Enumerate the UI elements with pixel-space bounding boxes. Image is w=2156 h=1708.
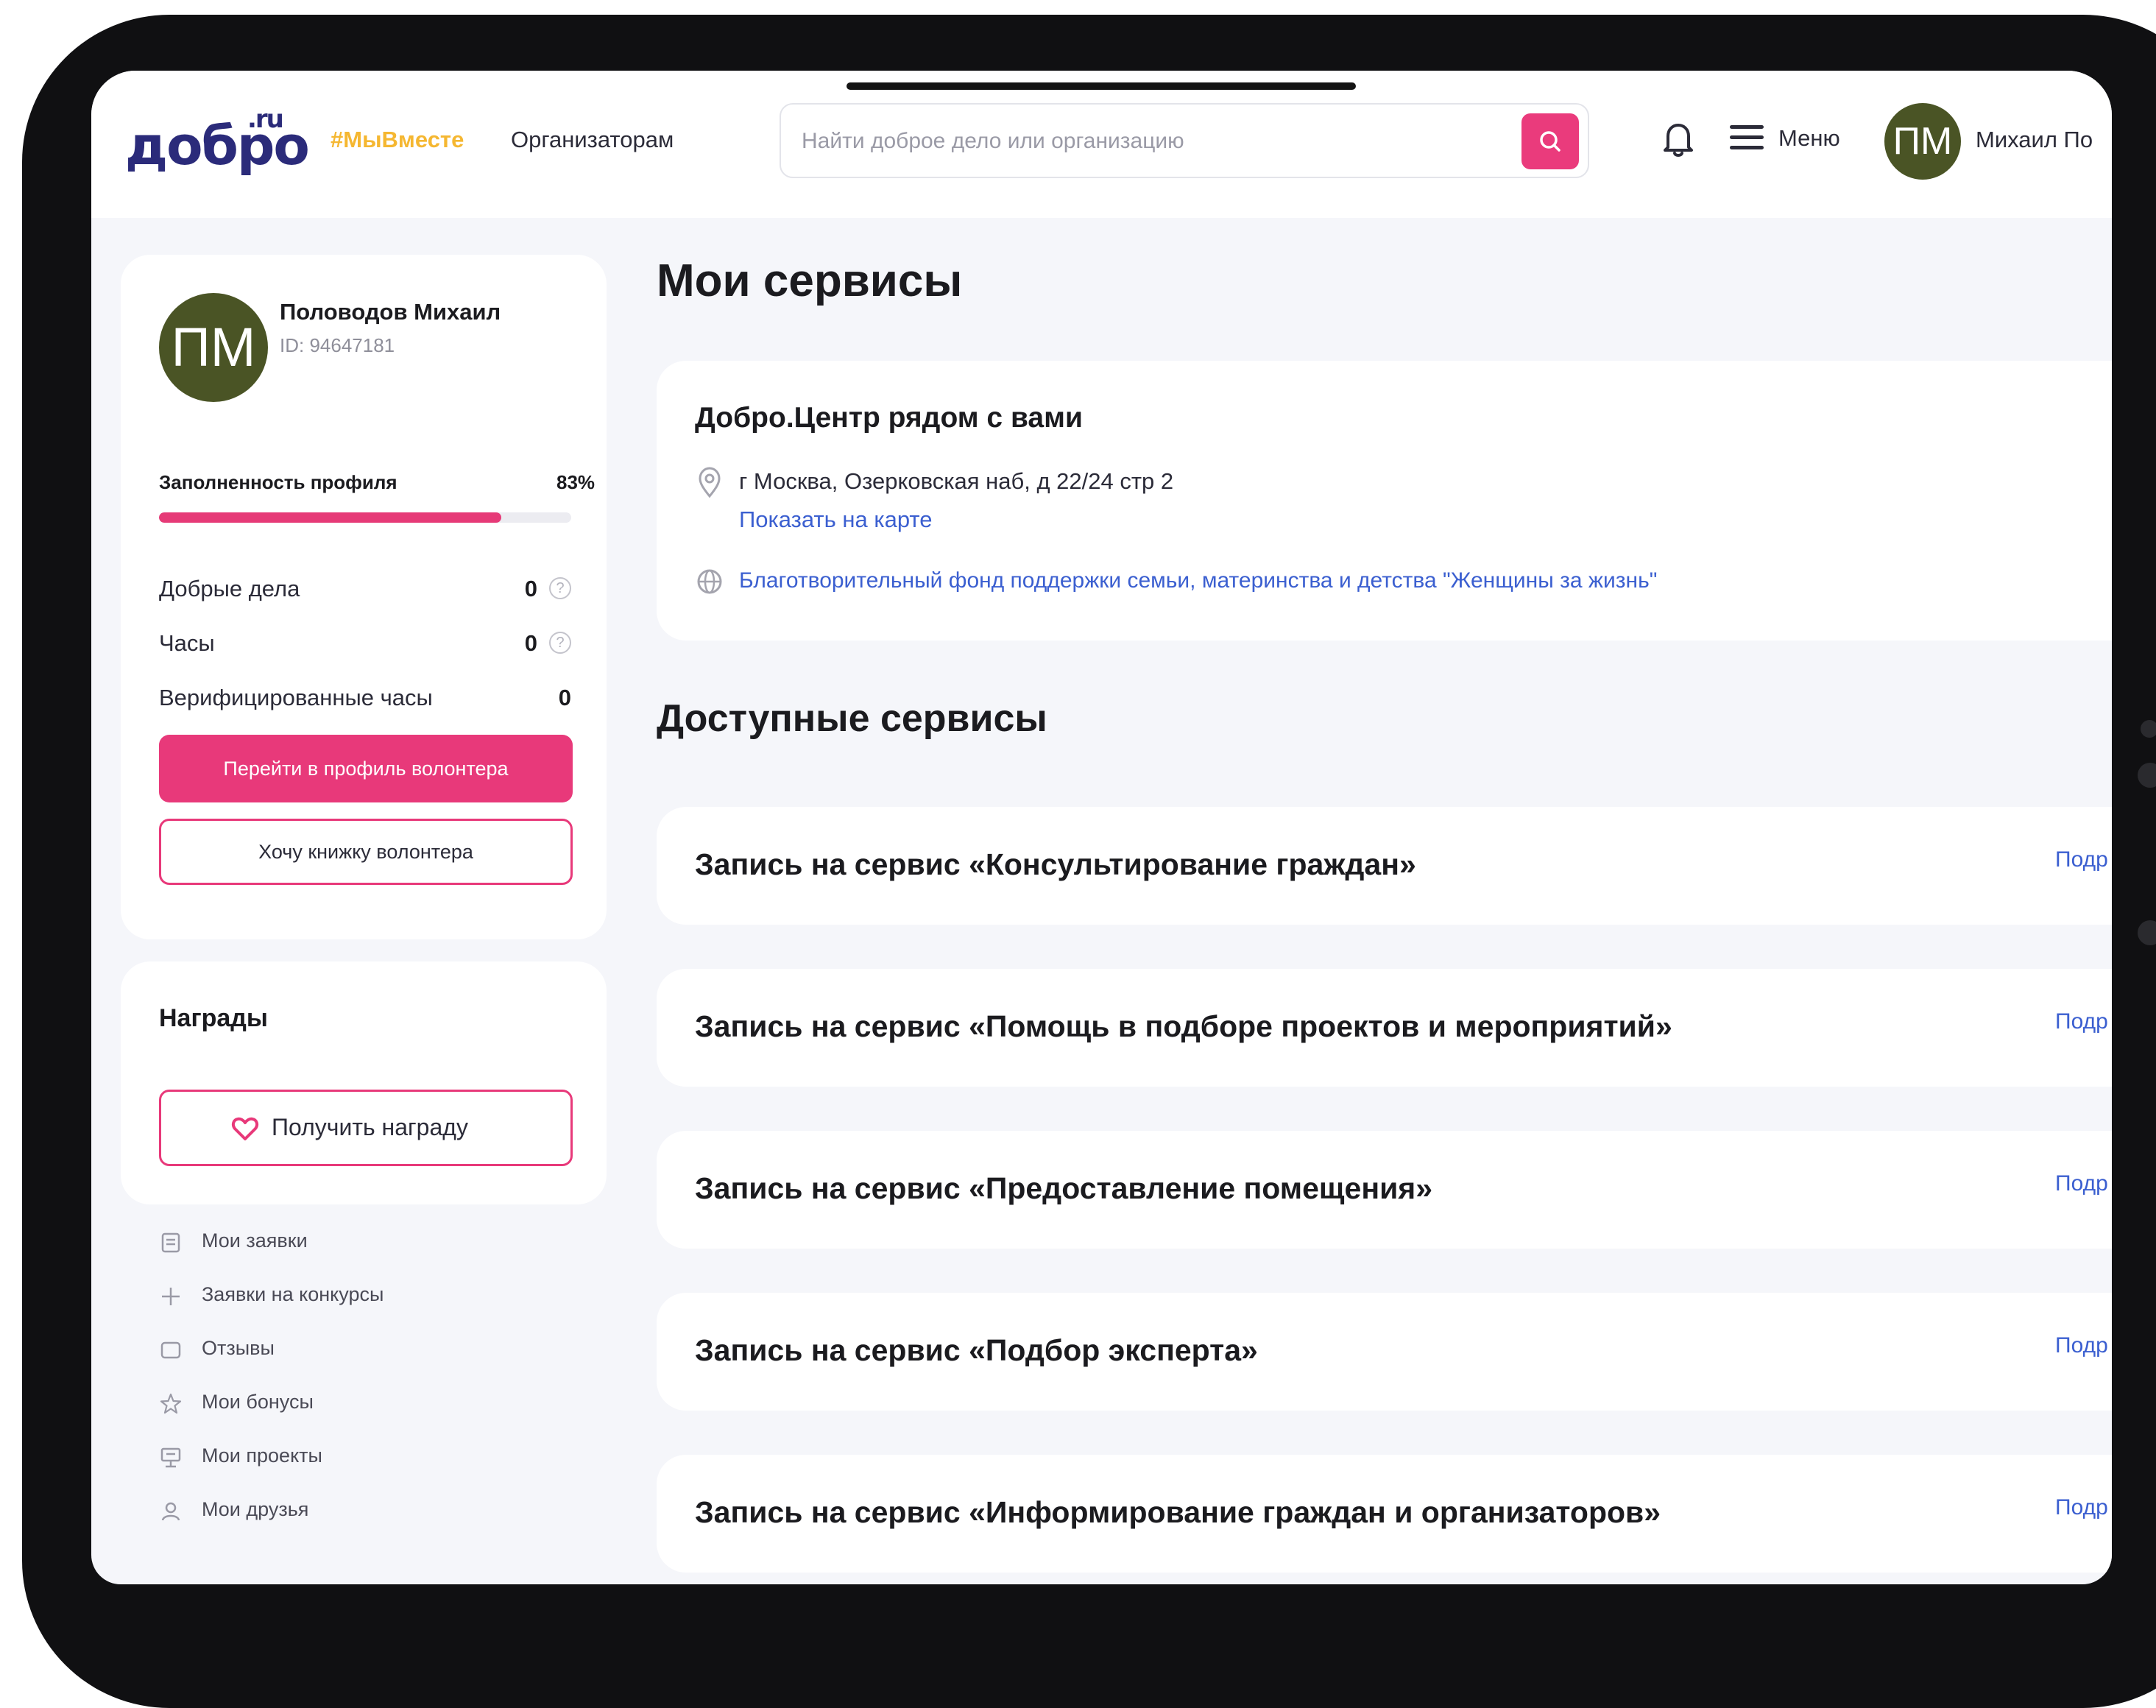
app-screen: добро .ru #МыВместе Организаторам Меню bbox=[91, 71, 2112, 1584]
home-indicator bbox=[847, 82, 1356, 90]
profile-fill-bar bbox=[159, 512, 571, 523]
menu-button[interactable]: Меню bbox=[1730, 122, 1870, 159]
help-icon[interactable]: ? bbox=[549, 632, 571, 654]
nav-link-mivmeste[interactable]: #МыВместе bbox=[331, 127, 464, 153]
sidebar-item-label: Отзывы bbox=[202, 1337, 275, 1359]
nav-link-organizers[interactable]: Организаторам bbox=[511, 127, 674, 153]
sidebar-item-bonuses[interactable]: Мои бонусы bbox=[159, 1388, 571, 1420]
profile-card: ПМ Половодов Михаил ID: 94647181 Заполне… bbox=[121, 255, 607, 939]
service-card[interactable]: Запись на сервис «Консультирование гражд… bbox=[657, 807, 2112, 925]
volunteer-book-button[interactable]: Хочу книжку волонтера bbox=[159, 819, 573, 885]
stat-value: 0 bbox=[558, 685, 571, 710]
camera-dot bbox=[2141, 720, 2156, 738]
service-details-link[interactable]: Подр bbox=[2055, 1333, 2108, 1358]
logo-suffix: .ru bbox=[247, 105, 284, 134]
sidebar-item-my-requests[interactable]: Мои заявки bbox=[159, 1227, 571, 1259]
menu-label: Меню bbox=[1778, 125, 1840, 151]
service-card[interactable]: Запись на сервис «Подбор эксперта» Подр bbox=[657, 1293, 2112, 1411]
search-box bbox=[780, 103, 1589, 178]
get-award-label: Получить награду bbox=[272, 1114, 468, 1140]
sidebar-item-label: Мои проекты bbox=[202, 1444, 322, 1467]
dobro-center-card: Добро.Центр рядом с вами г Москва, Озерк… bbox=[657, 361, 2112, 640]
camera-lens bbox=[2138, 763, 2156, 788]
hamburger-icon bbox=[1730, 125, 1764, 155]
page-title: Мои сервисы bbox=[657, 255, 963, 306]
service-card[interactable]: Запись на сервис «Информирование граждан… bbox=[657, 1455, 2112, 1573]
get-award-button[interactable]: Получить награду bbox=[159, 1090, 573, 1166]
profile-fill-label: Заполненность профиля bbox=[159, 471, 397, 493]
service-details-link[interactable]: Подр bbox=[2055, 847, 2108, 872]
sidebar-item-reviews[interactable]: Отзывы bbox=[159, 1334, 571, 1366]
stat-verified-hours: Верифицированные часы 0 bbox=[159, 682, 571, 714]
project-icon bbox=[160, 1447, 181, 1468]
profile-id: ID: 94647181 bbox=[280, 334, 395, 356]
service-card[interactable]: Запись на сервис «Помощь в подборе проек… bbox=[657, 969, 2112, 1087]
location-pin-icon bbox=[699, 467, 721, 498]
center-address: г Москва, Озерковская наб, д 22/24 стр 2 bbox=[739, 468, 1174, 494]
service-details-link[interactable]: Подр bbox=[2055, 1495, 2108, 1520]
service-name: Запись на сервис «Информирование граждан… bbox=[695, 1495, 1661, 1529]
center-title: Добро.Центр рядом с вами bbox=[695, 402, 1083, 434]
stat-label: Часы bbox=[159, 630, 215, 656]
sidebar-item-label: Мои друзья bbox=[202, 1498, 309, 1520]
help-icon[interactable]: ? bbox=[549, 577, 571, 599]
sidebar-item-friends[interactable]: Мои друзья bbox=[159, 1495, 571, 1528]
stat-good-deeds: Добрые дела 0 ? bbox=[159, 573, 571, 605]
show-on-map-link[interactable]: Показать на карте bbox=[739, 507, 933, 533]
globe-icon bbox=[697, 569, 722, 594]
notifications-button[interactable] bbox=[1656, 116, 1700, 160]
organization-link[interactable]: Благотворительный фонд поддержки семьи, … bbox=[739, 568, 1657, 593]
available-services-title: Доступные сервисы bbox=[657, 697, 1047, 740]
stat-value: 0 bbox=[524, 630, 537, 656]
stat-hours: Часы 0 ? bbox=[159, 627, 571, 660]
search-input[interactable] bbox=[800, 122, 1510, 160]
document-icon bbox=[161, 1232, 180, 1253]
service-name: Запись на сервис «Консультирование гражд… bbox=[695, 847, 1416, 881]
stat-label: Добрые дела bbox=[159, 576, 300, 601]
sidebar-item-contest-requests[interactable]: Заявки на конкурсы bbox=[159, 1280, 571, 1313]
service-name: Запись на сервис «Подбор эксперта» bbox=[695, 1333, 1258, 1367]
heart-icon bbox=[231, 1117, 259, 1140]
plus-icon bbox=[162, 1288, 180, 1305]
search-button[interactable] bbox=[1521, 113, 1579, 169]
top-header: добро .ru #МыВместе Организаторам Меню bbox=[91, 71, 2112, 218]
sensor-dot bbox=[2138, 920, 2156, 945]
service-name: Запись на сервис «Предоставление помещен… bbox=[695, 1171, 1433, 1205]
service-details-link[interactable]: Подр bbox=[2055, 1171, 2108, 1196]
profile-avatar: ПМ bbox=[159, 293, 268, 402]
sidebar-item-label: Мои заявки bbox=[202, 1229, 308, 1252]
sidebar-item-label: Заявки на конкурсы bbox=[202, 1283, 384, 1305]
profile-fill-percent: 83% bbox=[556, 471, 595, 493]
star-icon bbox=[160, 1393, 182, 1414]
bell-icon bbox=[1664, 124, 1693, 157]
awards-card: Награды Получить награду bbox=[121, 961, 607, 1204]
go-to-volunteer-profile-button[interactable]: Перейти в профиль волонтера bbox=[159, 735, 573, 802]
awards-title: Награды bbox=[159, 1004, 268, 1032]
service-details-link[interactable]: Подр bbox=[2055, 1009, 2108, 1034]
profile-name: Половодов Михаил bbox=[280, 299, 501, 325]
service-name: Запись на сервис «Помощь в подборе проек… bbox=[695, 1009, 1672, 1043]
sidebar-item-projects[interactable]: Мои проекты bbox=[159, 1441, 571, 1474]
dobro-logo[interactable]: добро .ru bbox=[125, 105, 310, 177]
header-avatar[interactable]: ПМ bbox=[1884, 103, 1961, 180]
stat-value: 0 bbox=[524, 576, 537, 601]
sidebar-item-label: Мои бонусы bbox=[202, 1391, 314, 1413]
header-user-name[interactable]: Михаил По bbox=[1976, 127, 2093, 153]
profile-fill-bar-value bbox=[159, 512, 501, 523]
stat-label: Верифицированные часы bbox=[159, 685, 433, 710]
friends-icon bbox=[161, 1502, 180, 1521]
comment-icon bbox=[160, 1341, 181, 1359]
search-icon bbox=[1540, 131, 1561, 152]
service-card[interactable]: Запись на сервис «Предоставление помещен… bbox=[657, 1131, 2112, 1249]
